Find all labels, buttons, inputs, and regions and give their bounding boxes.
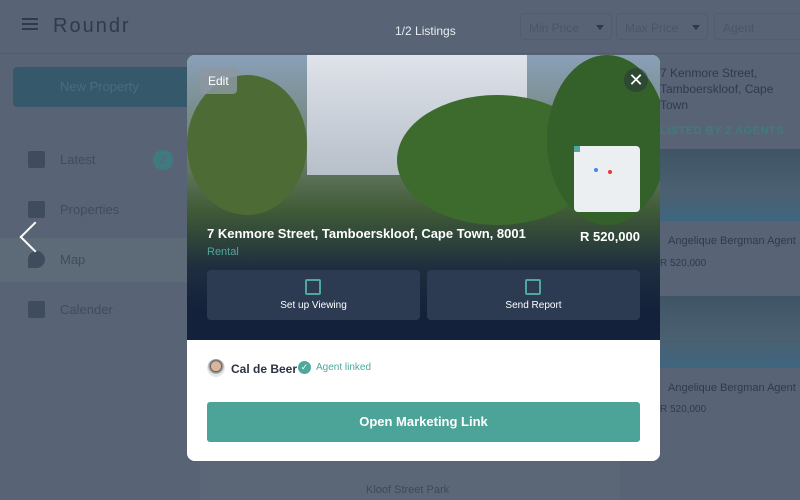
sidebar-item-label: Calender <box>60 302 113 317</box>
button-label: Set up Viewing <box>280 300 347 311</box>
chevron-down-icon <box>596 25 604 34</box>
map-park-label: Kloof Street Park <box>366 484 450 496</box>
min-price-select[interactable]: Min Price <box>520 13 612 40</box>
agent-name: Cal de Beer <box>231 362 298 376</box>
sidebar-item-label: Latest <box>60 152 96 167</box>
count-badge: 2 <box>153 150 173 170</box>
listing-panel: 7 Kenmore Street, Tamboerskloof, Cape To… <box>660 55 800 415</box>
listing-agent: Angelique Bergman Agent <box>668 382 796 394</box>
list-icon <box>28 151 45 168</box>
avatar <box>207 359 225 377</box>
listing-photo[interactable] <box>660 149 800 221</box>
agent-filter-input[interactable]: Agent <box>714 13 800 40</box>
panel-address: 7 Kenmore Street, Tamboerskloof, Cape To… <box>660 66 774 112</box>
max-price-label: Max Price <box>625 21 679 35</box>
sidebar-item-label: Map <box>60 252 86 267</box>
listing-type: Rental <box>207 246 239 258</box>
hamburger-menu-icon[interactable] <box>22 18 38 30</box>
close-icon[interactable]: ✕ <box>624 68 648 92</box>
min-price-label: Min Price <box>529 21 580 35</box>
open-marketing-link-button[interactable]: Open Marketing Link <box>207 402 640 442</box>
calendar-icon <box>305 279 321 295</box>
app-logo: Roundr <box>53 15 131 37</box>
map-pin-icon <box>28 251 45 268</box>
top-bar: Roundr 1/2 Listings Min Price Max Price … <box>0 0 800 54</box>
listing-photo[interactable] <box>660 296 800 368</box>
chevron-down-icon <box>692 25 700 34</box>
new-property-button[interactable]: New Property <box>13 67 193 107</box>
property-address: 7 Kenmore Street, Tamboerskloof, Cape To… <box>207 226 526 241</box>
listing-count: 1/2 Listings <box>395 24 456 38</box>
listing-price: R 520,000 <box>660 258 707 269</box>
calendar-icon <box>28 301 45 318</box>
listing-agent: Angelique Bergman Agent <box>668 235 796 247</box>
listing-price: R 520,000 <box>660 404 707 415</box>
setup-viewing-button[interactable]: Set up Viewing <box>207 270 420 320</box>
agent-status: Agent linked <box>316 362 372 373</box>
max-price-select[interactable]: Max Price <box>616 13 708 40</box>
house-plus-icon <box>525 279 541 295</box>
button-label: Send Report <box>505 300 562 311</box>
agent-section: Cal de Beer ✓ Agent linked Open Marketin… <box>187 340 660 461</box>
sidebar-item-label: Properties <box>60 202 120 217</box>
sidebar-item-properties[interactable]: Properties <box>0 188 190 232</box>
send-report-button[interactable]: Send Report <box>427 270 640 320</box>
property-modal: Edit ✕ 7 Kenmore Street, Tamboerskloof, … <box>187 55 660 461</box>
property-price: R 520,000 <box>580 229 640 244</box>
new-property-label: New Property <box>60 79 139 94</box>
sidebar-item-calender[interactable]: Calender <box>0 288 190 332</box>
edit-button[interactable]: Edit <box>200 68 237 94</box>
sidebar-item-latest[interactable]: Latest 2 <box>0 138 190 182</box>
section-label: LISTED BY 2 AGENTS <box>660 125 784 137</box>
mini-map-thumbnail[interactable] <box>574 146 640 212</box>
check-circle-icon: ✓ <box>298 361 311 374</box>
building-icon <box>28 201 45 218</box>
